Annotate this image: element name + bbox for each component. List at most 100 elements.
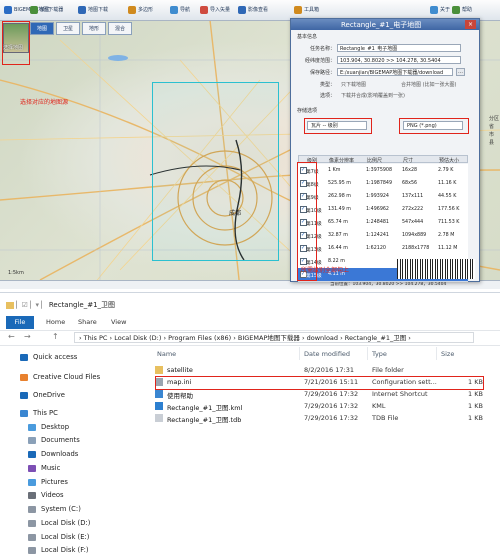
levels-note: 所需级别全部勾上 bbox=[301, 267, 350, 274]
column-date-modified[interactable]: Date modified bbox=[304, 350, 350, 358]
nav-item-pictures[interactable]: Pictures bbox=[28, 478, 68, 486]
nav-item-creative-cloud-files[interactable]: Creative Cloud Files bbox=[20, 373, 100, 381]
nav-item-this-pc[interactable]: This PC bbox=[20, 409, 58, 417]
level-cell-res: 65.74 m bbox=[328, 220, 348, 225]
toolbar-button-8[interactable]: 关于 bbox=[430, 3, 450, 16]
level-row[interactable]: ✓ 第8级 525.95 m 1:1987849 68x56 11.16 K bbox=[298, 177, 468, 191]
column-divider bbox=[436, 347, 437, 360]
nav-item-onedrive[interactable]: OneDrive bbox=[20, 391, 65, 399]
tab-home[interactable]: Home bbox=[46, 318, 65, 326]
options-checkbox[interactable]: 下载并合成(影响覆盖到一张) bbox=[341, 92, 405, 99]
toolbar-icon bbox=[170, 5, 178, 14]
level-cell-scale: 1:3975908 bbox=[366, 168, 393, 173]
column-type[interactable]: Type bbox=[372, 350, 387, 358]
toolbar-button-5[interactable]: 导入矢量 bbox=[200, 3, 230, 16]
toolbar-button-7[interactable]: 工具箱 bbox=[294, 3, 319, 16]
videos-icon bbox=[28, 491, 36, 499]
onedrive-icon bbox=[20, 391, 28, 399]
extent-input[interactable]: 103.904, 30.8020 >> 104.278, 30.5404 bbox=[337, 56, 461, 64]
column-name[interactable]: Name bbox=[157, 350, 176, 358]
tab-file[interactable]: File bbox=[6, 316, 34, 329]
nav-item-quick-access[interactable]: Quick access bbox=[20, 353, 77, 361]
map-side-labels: 分区省市县 bbox=[489, 115, 499, 147]
level-cell-size: 16x28 bbox=[402, 168, 418, 173]
basic-info-group-title: 基本信息 bbox=[297, 34, 318, 40]
tab-view[interactable]: View bbox=[111, 318, 126, 326]
drive-icon bbox=[28, 505, 36, 513]
back-button[interactable]: ← bbox=[8, 332, 15, 341]
map-preview-strip bbox=[397, 259, 475, 279]
file-row[interactable]: Rectangle_#1_卫图.kml 7/29/2016 17:32 KML 1 K… bbox=[155, 401, 485, 412]
nav-item-label: Music bbox=[41, 464, 61, 472]
nav-item-local-disk-d-[interactable]: Local Disk (D:) bbox=[28, 519, 90, 527]
type-option-merge[interactable]: 合并地图 (比如一张大图) bbox=[401, 81, 457, 88]
toolbar-icon bbox=[200, 5, 208, 14]
explorer-title: ▏☑ ▏▾ ▏ Rectangle_#1_卫图 bbox=[6, 300, 115, 310]
level-cell-scale: 1:248481 bbox=[366, 220, 389, 225]
file-name: satellite bbox=[167, 366, 193, 374]
type-option-download[interactable]: 只下载地图 bbox=[341, 81, 366, 88]
file-row[interactable]: satellite 8/2/2016 17:31 File folder bbox=[155, 365, 485, 376]
toolbar-button-3[interactable]: 多边形 bbox=[128, 3, 153, 16]
level-cell-size: 1094x889 bbox=[402, 233, 427, 238]
dialog-close-button[interactable]: × bbox=[465, 20, 476, 29]
level-cell-est: 11.16 K bbox=[438, 181, 457, 186]
file-row[interactable]: Rectangle_#1_卫图.tdb 7/29/2016 17:32 TDB Fi… bbox=[155, 413, 485, 424]
map-tab-3[interactable]: 混合 bbox=[108, 22, 133, 35]
toolbar-button-9[interactable]: 帮助 bbox=[452, 3, 472, 16]
nav-item-label: Videos bbox=[41, 491, 64, 499]
file-name: Rectangle_#1_卫图.kml bbox=[167, 404, 243, 412]
toolbar-button-6[interactable]: 影像查看 bbox=[238, 3, 268, 16]
address-path: › This PC › Local Disk (D:) › Program Fi… bbox=[79, 334, 411, 342]
kml-file-icon bbox=[155, 402, 163, 410]
map-tab-0[interactable]: 地图 bbox=[30, 22, 55, 35]
browse-button[interactable]: … bbox=[456, 68, 465, 76]
level-cell-est: 711.53 K bbox=[438, 220, 460, 225]
tile-select-highlight bbox=[304, 118, 372, 134]
task-name-input[interactable]: Rectangle_#1_电子地图 bbox=[337, 44, 461, 52]
nav-item-system-c-[interactable]: System (C:) bbox=[28, 505, 81, 513]
map-source-note: 选择对应的地图源 bbox=[20, 99, 69, 106]
level-row[interactable]: ✓ 第12级 32.87 m 1:124241 1094x889 2.78 M bbox=[298, 229, 468, 243]
level-row[interactable]: ✓ 第10级 131.49 m 1:496962 272x222 177.56 K bbox=[298, 203, 468, 217]
level-cell-est: 44.55 K bbox=[438, 194, 457, 199]
toolbar-button-4[interactable]: 导航 bbox=[170, 3, 190, 16]
level-row[interactable]: ✓ 第9级 262.98 m 1:993924 137x111 44.55 K bbox=[298, 190, 468, 204]
level-row[interactable]: ✓ 第11级 65.74 m 1:248481 547x444 711.53 K bbox=[298, 216, 468, 230]
drive-icon bbox=[28, 546, 36, 554]
nav-item-local-disk-e-[interactable]: Local Disk (E:) bbox=[28, 533, 89, 541]
nav-item-documents[interactable]: Documents bbox=[28, 436, 80, 444]
map-tab-2[interactable]: 地形 bbox=[82, 22, 107, 35]
tab-share[interactable]: Share bbox=[78, 318, 97, 326]
level-cell-size: 2188x1778 bbox=[402, 246, 430, 251]
drive-icon bbox=[28, 519, 36, 527]
level-row[interactable]: ✓ 第13级 16.44 m 1:62120 2188x1778 11.12 M bbox=[298, 242, 468, 256]
column-size[interactable]: Size bbox=[441, 350, 454, 358]
selection-rectangle[interactable] bbox=[152, 82, 279, 261]
level-cell-est: 11.12 M bbox=[438, 246, 458, 251]
col-size: 尺寸 bbox=[403, 158, 414, 164]
toolbar-icon bbox=[430, 5, 438, 14]
forward-button[interactable]: → bbox=[24, 332, 31, 341]
save-path-input[interactable]: E:/xuanjian/BIGEMAP地图下载器/download bbox=[337, 68, 453, 76]
up-button[interactable]: ↑ bbox=[52, 332, 59, 341]
file-row[interactable]: 使用帮助 7/29/2016 17:32 Internet Shortcut 1 KB bbox=[155, 389, 485, 400]
nav-item-videos[interactable]: Videos bbox=[28, 491, 64, 499]
nav-item-downloads[interactable]: Downloads bbox=[28, 450, 78, 458]
nav-item-label: Documents bbox=[41, 436, 80, 444]
level-cell-res: 16.44 m bbox=[328, 246, 348, 251]
thumbnail-highlight-box bbox=[2, 21, 30, 65]
storage-group-title: 存储选项 bbox=[297, 108, 318, 114]
address-bar[interactable]: › This PC › Local Disk (D:) › Program Fi… bbox=[74, 332, 474, 343]
levels-highlight-box bbox=[297, 162, 317, 281]
toolbar-button-2[interactable]: 地图下载 bbox=[78, 3, 108, 16]
file-date: 7/29/2016 17:32 bbox=[304, 414, 359, 422]
nav-item-music[interactable]: Music bbox=[28, 464, 60, 472]
map-tab-1[interactable]: 卫星 bbox=[56, 22, 81, 35]
pictures-icon bbox=[28, 478, 36, 486]
shortcut-icon bbox=[155, 390, 163, 398]
nav-item-desktop[interactable]: Desktop bbox=[28, 423, 69, 431]
dialog-title: Rectangle_#1_电子地图 bbox=[341, 21, 422, 29]
toolbar-button-1[interactable]: 单位 bbox=[30, 3, 50, 16]
level-row[interactable]: ✓ 第7级 1 Km 1:3975908 16x28 2.79 K bbox=[298, 164, 468, 178]
